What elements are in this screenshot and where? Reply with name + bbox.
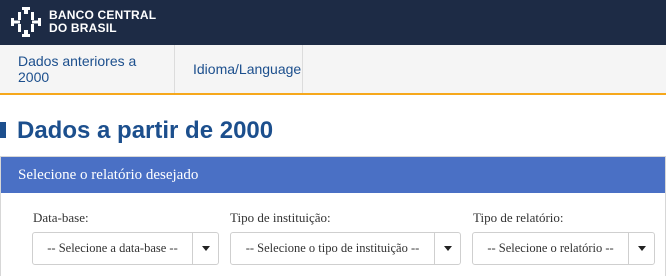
tipo-instituicao-select-value: -- Selecione o tipo de instituição -- bbox=[245, 241, 420, 255]
nav-item-idioma[interactable]: Idioma/Language bbox=[175, 45, 303, 93]
caret-down-icon bbox=[637, 246, 646, 251]
tipo-relatorio-dropdown-toggle[interactable] bbox=[628, 233, 654, 264]
bcb-logo-icon bbox=[11, 7, 41, 37]
caret-down-icon bbox=[201, 246, 210, 251]
tipo-instituicao-select[interactable]: -- Selecione o tipo de instituição -- bbox=[230, 232, 461, 265]
data-base-label: Data-base: bbox=[33, 210, 89, 225]
logo-wordmark: BANCO CENTRAL DO BRASIL bbox=[49, 9, 156, 35]
data-base-dropdown-toggle[interactable] bbox=[192, 233, 218, 264]
bank-logo[interactable]: BANCO CENTRAL DO BRASIL bbox=[10, 6, 156, 38]
data-base-select[interactable]: -- Selecione a data-base -- bbox=[32, 232, 219, 265]
tipo-relatorio-select[interactable]: -- Selecione o relatório -- bbox=[472, 232, 655, 265]
tipo-relatorio-select-value: -- Selecione o relatório -- bbox=[487, 241, 614, 255]
tipo-instituicao-dropdown-toggle[interactable] bbox=[434, 233, 460, 264]
logo-line-2: DO BRASIL bbox=[49, 21, 117, 35]
tipo-relatorio-label: Tipo de relatório: bbox=[473, 210, 564, 225]
panel-heading: Selecione o relatório desejado bbox=[1, 157, 665, 193]
main-nav: Dados anteriores a 2000 Idioma/Language bbox=[0, 45, 666, 95]
data-base-select-value: -- Selecione a data-base -- bbox=[47, 241, 178, 255]
page-title: Dados a partir de 2000 bbox=[17, 117, 274, 144]
top-header: BANCO CENTRAL DO BRASIL bbox=[0, 0, 666, 45]
title-accent-bar bbox=[0, 122, 6, 138]
nav-item-dados-anteriores[interactable]: Dados anteriores a 2000 bbox=[0, 45, 175, 93]
caret-down-icon bbox=[443, 246, 452, 251]
tipo-instituicao-label: Tipo de instituição: bbox=[230, 210, 331, 225]
report-selection-panel: Selecione o relatório desejado Data-base… bbox=[0, 156, 666, 276]
